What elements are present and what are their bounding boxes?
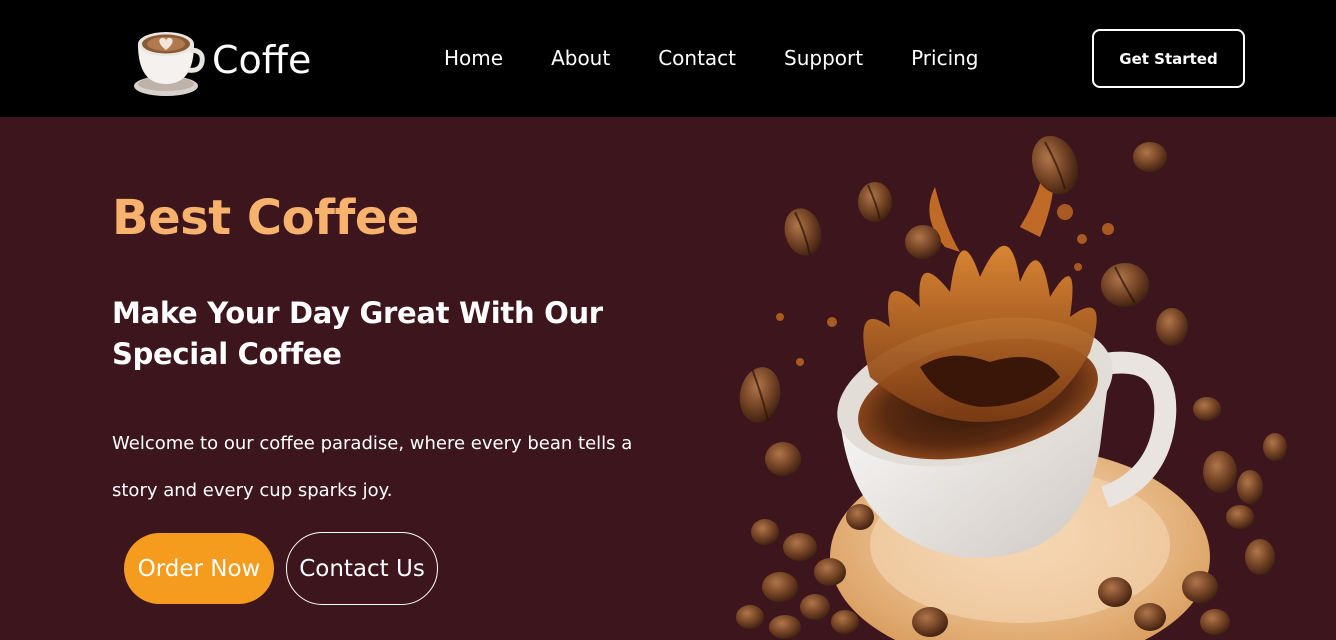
nav-link-about[interactable]: About	[551, 46, 610, 70]
nav-link-pricing[interactable]: Pricing	[911, 46, 978, 70]
brand-name: Coffe	[212, 38, 312, 82]
contact-us-button[interactable]: Contact Us	[286, 532, 438, 605]
nav-link-contact[interactable]: Contact	[658, 46, 736, 70]
hero-description: Welcome to our coffee paradise, where ev…	[112, 433, 633, 501]
hero-kicker: Best Coffee	[112, 190, 419, 246]
hero-title: Make Your Day Great With Our Special Cof…	[112, 296, 603, 371]
coffee-cup-icon	[130, 18, 206, 102]
main-menu: Home About Contact Support Pricing	[444, 46, 979, 70]
order-now-button[interactable]: Order Now	[124, 533, 274, 604]
nav-link-home[interactable]: Home	[444, 46, 503, 70]
nav-link-support[interactable]: Support	[784, 46, 863, 70]
get-started-button[interactable]: Get Started	[1092, 29, 1245, 88]
brand-logo[interactable]: Coffe	[130, 18, 311, 102]
coffee-splash-image	[720, 117, 1336, 640]
top-navbar: Coffe Home About Contact Support Pricing…	[0, 0, 1336, 117]
